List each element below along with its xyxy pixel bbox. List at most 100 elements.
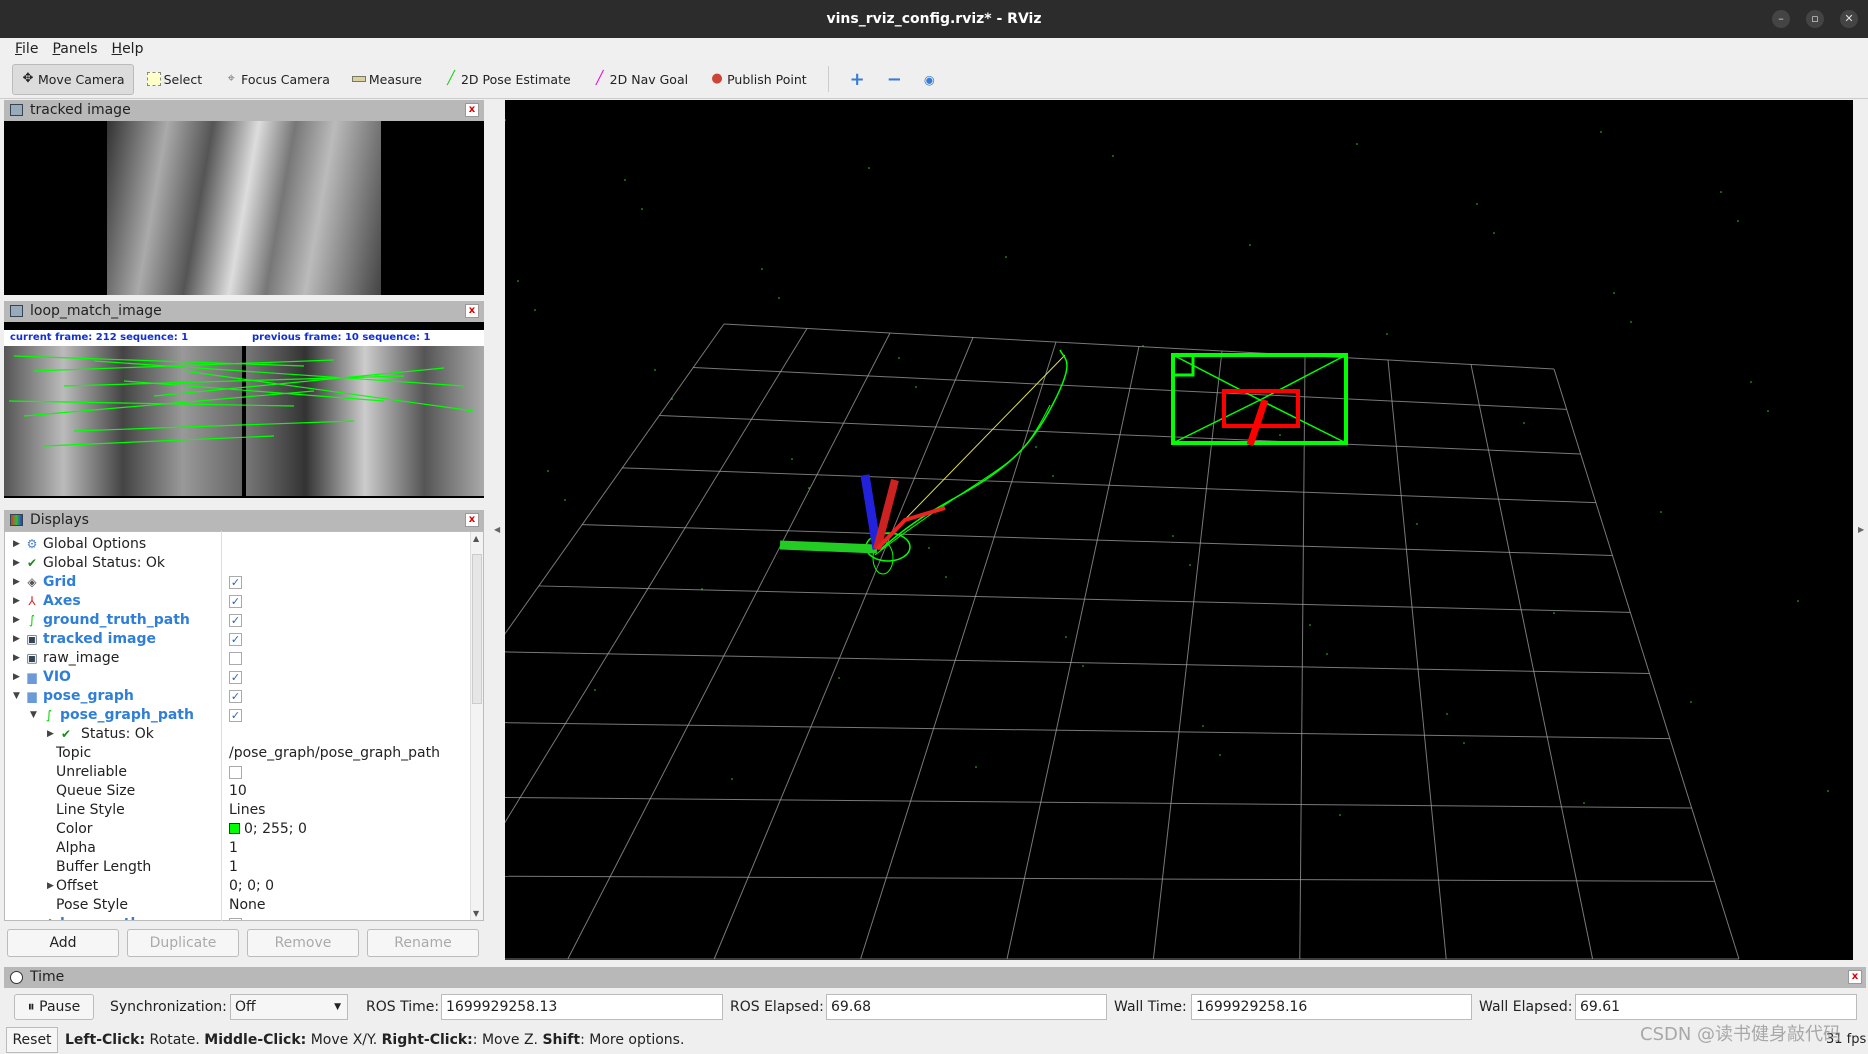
add-display-button[interactable]: Add: [7, 929, 119, 957]
expand-arrow-icon[interactable]: ▶: [30, 915, 37, 920]
tree-row[interactable]: Color 0; 255; 0: [5, 820, 471, 839]
visibility-checkbox[interactable]: ✓: [229, 595, 242, 608]
tree-row[interactable]: Unreliable: [5, 763, 471, 782]
duplicate-button[interactable]: Duplicate: [127, 929, 239, 957]
tree-row[interactable]: ▶ ▣ tracked image ✓: [5, 630, 471, 649]
visibility-checkbox[interactable]: [229, 652, 242, 665]
close-panel-button[interactable]: x: [465, 513, 479, 527]
visibility-checkbox[interactable]: ✓: [229, 709, 242, 722]
tree-row[interactable]: ▶ ✔ Global Status: Ok: [5, 554, 471, 573]
tree-row[interactable]: Pose Style None: [5, 896, 471, 915]
collapse-left-icon[interactable]: ◀: [494, 525, 500, 534]
property-value[interactable]: 1: [229, 858, 238, 877]
expand-arrow-icon[interactable]: ▶: [47, 877, 54, 896]
scroll-down-icon[interactable]: ▼: [473, 909, 479, 918]
image-icon: ▣: [26, 651, 38, 665]
feature-point: [1583, 802, 1585, 804]
expand-arrow-icon[interactable]: ▶: [13, 630, 20, 649]
3d-render-view[interactable]: [505, 100, 1853, 960]
view-options-button[interactable]: ◉: [915, 64, 944, 95]
move-camera-tool[interactable]: ✥ Move Camera: [12, 63, 134, 95]
tree-row[interactable]: Line Style Lines: [5, 801, 471, 820]
remove-button[interactable]: Remove: [247, 929, 359, 957]
tree-row[interactable]: ▶ Offset 0; 0; 0: [5, 877, 471, 896]
property-value[interactable]: Lines: [229, 801, 265, 820]
collapse-arrow-icon[interactable]: ▼: [30, 706, 37, 725]
rename-button[interactable]: Rename: [367, 929, 479, 957]
expand-arrow-icon[interactable]: ▶: [13, 592, 20, 611]
scrollbar-thumb[interactable]: [472, 554, 482, 704]
tree-row[interactable]: Topic/pose_graph/pose_graph_path: [5, 744, 471, 763]
visibility-checkbox[interactable]: ✓: [229, 614, 242, 627]
collapse-right-icon[interactable]: ▶: [1858, 525, 1864, 534]
pose-estimate-tool[interactable]: ╱ 2D Pose Estimate: [435, 64, 580, 95]
tree-row[interactable]: ▼ ∫ pose_graph_path ✓: [5, 706, 471, 725]
axes-icon: ⅄: [28, 594, 36, 608]
wall-elapsed-field[interactable]: 69.61: [1575, 994, 1857, 1020]
sync-select[interactable]: Off ▼: [230, 994, 348, 1020]
expand-arrow-icon[interactable]: ▶: [13, 535, 20, 554]
tree-row[interactable]: ▶ ⚙ Global Options: [5, 535, 471, 554]
grid-line: [1387, 359, 1447, 960]
property-value[interactable]: 0; 0; 0: [229, 877, 274, 896]
tree-row[interactable]: ▶ ◈ Grid ✓: [5, 573, 471, 592]
minimize-button[interactable]: –: [1772, 10, 1790, 28]
menu-help[interactable]: Help: [107, 38, 149, 60]
displays-scrollbar[interactable]: ▲ ▼: [470, 532, 483, 920]
close-panel-button[interactable]: x: [1848, 970, 1862, 984]
tree-row[interactable]: ▶ ▆ VIO ✓: [5, 668, 471, 687]
scroll-up-icon[interactable]: ▲: [473, 534, 479, 543]
3d-scene[interactable]: [505, 100, 1853, 960]
menu-panels[interactable]: Panels: [47, 38, 102, 60]
time-panel-header: Time x: [4, 967, 1866, 988]
add-tool-button[interactable]: +: [841, 64, 874, 95]
tree-row[interactable]: ▶ ▣ raw_image: [5, 649, 471, 668]
property-value[interactable]: /pose_graph/pose_graph_path: [229, 744, 440, 763]
feature-point: [547, 470, 549, 472]
wall-time-field[interactable]: 1699929258.16: [1191, 994, 1472, 1020]
close-panel-button[interactable]: x: [465, 103, 479, 117]
expand-arrow-icon[interactable]: ▶: [13, 573, 20, 592]
collapse-arrow-icon[interactable]: ▼: [13, 687, 20, 706]
nav-goal-tool[interactable]: ╱ 2D Nav Goal: [584, 64, 697, 95]
tree-row[interactable]: ▶ ∫ base_path ✓: [5, 915, 471, 920]
tree-row[interactable]: Alpha 1: [5, 839, 471, 858]
close-panel-button[interactable]: x: [465, 304, 479, 318]
expand-arrow-icon[interactable]: ▶: [13, 554, 20, 573]
visibility-checkbox[interactable]: ✓: [229, 633, 242, 646]
close-button[interactable]: ✕: [1840, 10, 1858, 28]
remove-tool-button[interactable]: −: [878, 64, 911, 95]
pause-button[interactable]: ⏸ Pause: [14, 994, 94, 1020]
grid-icon: ◈: [27, 575, 37, 589]
tree-row[interactable]: Buffer Length 1: [5, 858, 471, 877]
measure-tool[interactable]: Measure: [343, 64, 431, 95]
visibility-checkbox[interactable]: ✓: [229, 576, 242, 589]
visibility-checkbox[interactable]: ✓: [229, 671, 242, 684]
expand-arrow-icon[interactable]: ▶: [47, 725, 54, 744]
property-value[interactable]: 1: [229, 839, 238, 858]
tree-row-label: Status: Ok: [81, 726, 154, 742]
select-tool[interactable]: Select: [138, 64, 212, 95]
property-value[interactable]: None: [229, 896, 266, 915]
feature-point: [791, 458, 793, 460]
maximize-button[interactable]: ▫: [1806, 10, 1824, 28]
visibility-checkbox[interactable]: ✓: [229, 690, 242, 703]
tree-row[interactable]: Queue Size 10: [5, 782, 471, 801]
reset-button[interactable]: Reset: [6, 1027, 58, 1053]
property-value[interactable]: 10: [229, 782, 247, 801]
property-value[interactable]: 0; 255; 0: [229, 820, 307, 839]
ros-elapsed-field[interactable]: 69.68: [826, 994, 1107, 1020]
visibility-checkbox[interactable]: ✓: [229, 918, 242, 920]
tree-row[interactable]: ▼ ▆ pose_graph ✓: [5, 687, 471, 706]
expand-arrow-icon[interactable]: ▶: [13, 649, 20, 668]
publish-point-tool[interactable]: ● Publish Point: [701, 64, 816, 95]
focus-camera-tool[interactable]: ⌖ Focus Camera: [215, 64, 339, 95]
tree-row[interactable]: ▶ ✔ Status: Ok: [5, 725, 471, 744]
expand-arrow-icon[interactable]: ▶: [13, 611, 20, 630]
tree-row[interactable]: ▶ ⅄ Axes ✓: [5, 592, 471, 611]
menu-file[interactable]: File: [10, 38, 43, 60]
tree-row[interactable]: ▶ ∫ ground_truth_path ✓: [5, 611, 471, 630]
visibility-checkbox[interactable]: [229, 766, 242, 779]
expand-arrow-icon[interactable]: ▶: [13, 668, 20, 687]
ros-time-field[interactable]: 1699929258.13: [441, 994, 723, 1020]
